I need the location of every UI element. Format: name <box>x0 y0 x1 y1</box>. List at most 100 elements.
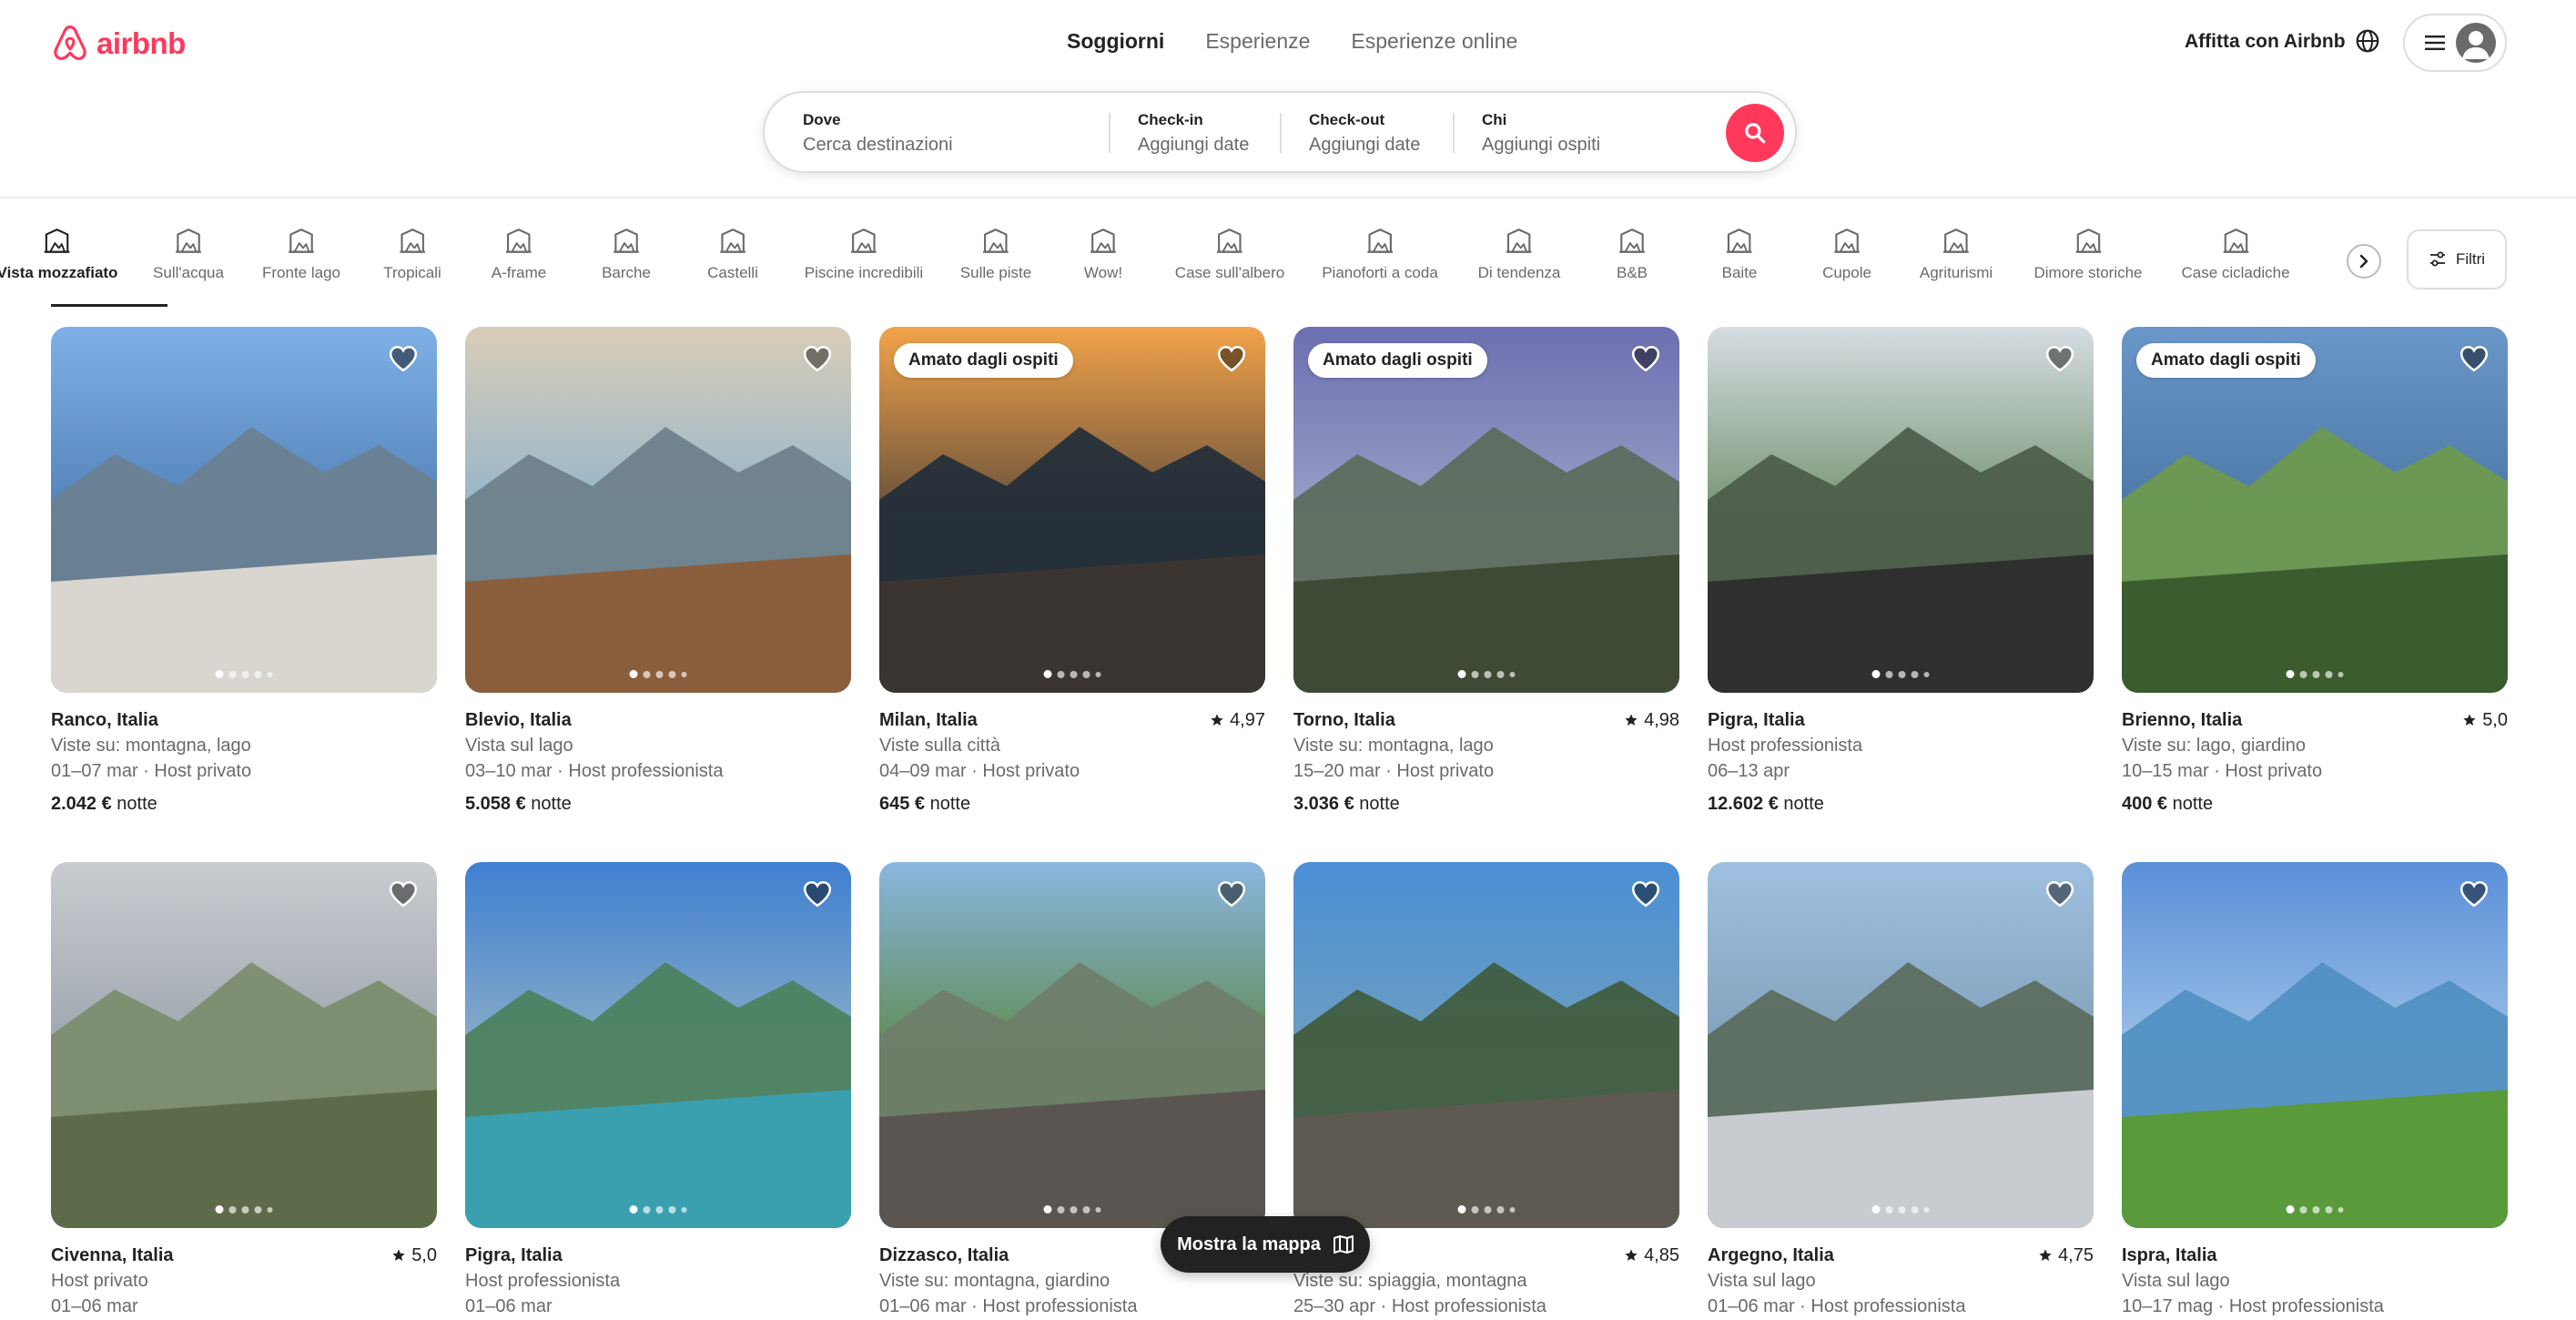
category-next-button[interactable] <box>2347 244 2381 279</box>
grand-piano-icon <box>1367 228 1393 253</box>
listing-card[interactable]: Amato dagli ospiti Torno, Italia 4,98 Viste… <box>1293 327 1679 817</box>
listing-photo-image <box>1293 862 1679 1228</box>
heart-icon[interactable] <box>1216 878 1247 909</box>
rating-value: 4,97 <box>1230 710 1265 730</box>
heart-icon[interactable] <box>2459 343 2490 374</box>
category-label: Pianoforti a coda <box>1322 264 1438 281</box>
listing-photo[interactable] <box>2122 862 2508 1228</box>
heart-icon[interactable] <box>1630 343 1661 374</box>
filters-label: Filtri <box>2455 250 2486 268</box>
search-where-label: Dove <box>803 111 841 128</box>
heart-icon[interactable] <box>802 343 833 374</box>
photo-pagination-dots[interactable] <box>2286 1205 2344 1213</box>
listing-photo[interactable]: Amato dagli ospiti <box>1293 327 1679 693</box>
category-6[interactable]: Castelli <box>707 226 758 282</box>
listing-photo[interactable] <box>1293 862 1679 1228</box>
search-where-field[interactable]: Dove Cerca destinazioni <box>803 93 1103 171</box>
listing-photo[interactable] <box>465 327 851 693</box>
listing-card[interactable]: Pigra, Italia Host professionista 06–13 ap… <box>1708 327 2094 817</box>
listing-photo[interactable] <box>51 862 437 1228</box>
listing-photo[interactable] <box>1708 862 2094 1228</box>
category-label: Barche <box>602 264 651 281</box>
heart-icon[interactable] <box>388 343 419 374</box>
heart-icon[interactable] <box>802 878 833 909</box>
photo-pagination-dots[interactable] <box>215 1205 273 1213</box>
listing-photo[interactable] <box>879 862 1265 1228</box>
photo-pagination-dots[interactable] <box>215 670 273 678</box>
star-icon <box>2039 1249 2052 1261</box>
show-map-button[interactable]: Mostra la mappa <box>1161 1216 1370 1273</box>
listing-card[interactable]: Civenna, Italia 5,0 Host privato 01–06 mar <box>51 862 437 1319</box>
category-5[interactable]: Barche <box>602 226 651 282</box>
listing-photo[interactable]: Amato dagli ospiti <box>879 327 1265 693</box>
category-0[interactable]: Vista mozzafiato <box>0 226 117 282</box>
listing-subtitle: Vista sul lago <box>1708 1271 1816 1291</box>
category-16[interactable]: Agriturismi <box>1920 226 1993 282</box>
category-9[interactable]: Wow! <box>1084 226 1122 282</box>
listing-card[interactable]: Ranco, Italia Viste su: montagna, lago 01–… <box>51 327 437 817</box>
category-14[interactable]: Baite <box>1722 226 1757 282</box>
category-13[interactable]: B&B <box>1617 226 1648 282</box>
search-who-field[interactable]: Chi Aggiungi ospiti <box>1482 93 1700 171</box>
search-checkin-field[interactable]: Check-in Aggiungi date <box>1138 93 1293 171</box>
guest-favorite-badge: Amato dagli ospiti <box>894 343 1073 378</box>
tab-soggiorni[interactable]: Soggiorni <box>1067 29 1164 54</box>
photo-pagination-dots[interactable] <box>1043 670 1101 678</box>
heart-icon[interactable] <box>1216 343 1247 374</box>
heart-icon[interactable] <box>1630 878 1661 909</box>
photo-pagination-dots[interactable] <box>1043 1205 1101 1213</box>
listing-card[interactable]: Pigra, Italia Host professionista 01–06 ma… <box>465 862 851 1319</box>
category-3[interactable]: Tropicali <box>383 226 441 282</box>
listing-price: 645 € notte <box>879 791 1265 817</box>
filters-button[interactable]: Filtri <box>2407 229 2507 289</box>
category-2[interactable]: Fronte lago <box>262 226 340 282</box>
listing-card[interactable]: Argegno, Italia 4,75 Vista sul lago 01–06 m… <box>1708 862 2094 1319</box>
listing-photo[interactable] <box>1708 327 2094 693</box>
listing-card[interactable]: Amato dagli ospiti Milan, Italia 4,97 Viste… <box>879 327 1265 817</box>
user-menu-button[interactable] <box>2403 14 2507 72</box>
listing-photo[interactable] <box>51 327 437 693</box>
category-1[interactable]: Sull'acqua <box>153 226 224 282</box>
listing-photo[interactable]: Amato dagli ospiti <box>2122 327 2508 693</box>
guest-favorite-badge: Amato dagli ospiti <box>2136 343 2316 378</box>
category-18[interactable]: Case cicladiche <box>2181 226 2290 282</box>
listing-info: Ispra, Italia Vista sul lago 10–17 mag · H… <box>2122 1228 2508 1319</box>
photo-pagination-dots[interactable] <box>1871 670 1930 678</box>
category-7[interactable]: Piscine incredibili <box>805 226 923 282</box>
tab-esperienze-online[interactable]: Esperienze online <box>1351 29 1517 54</box>
category-4[interactable]: A-frame <box>492 226 546 282</box>
heart-icon[interactable] <box>2459 878 2490 909</box>
globe-icon[interactable] <box>2354 27 2381 55</box>
tab-esperienze[interactable]: Esperienze <box>1205 29 1310 54</box>
search-checkout-field[interactable]: Check-out Aggiungi date <box>1309 93 1464 171</box>
listing-card[interactable]: Amato dagli ospiti Brienno, Italia 5,0 Vist… <box>2122 327 2508 817</box>
price-unit: notte <box>1359 794 1400 814</box>
category-12[interactable]: Di tendenza <box>1478 226 1560 282</box>
listing-card[interactable]: Ispra, Italia Vista sul lago 10–17 mag · H… <box>2122 862 2508 1319</box>
photo-pagination-dots[interactable] <box>1457 1205 1516 1213</box>
heart-icon[interactable] <box>2044 343 2075 374</box>
category-8[interactable]: Sulle piste <box>960 226 1031 282</box>
listing-subtitle: Vista sul lago <box>2122 1271 2230 1291</box>
listing-location: Ranco, Italia <box>51 710 158 730</box>
listing-photo[interactable] <box>465 862 851 1228</box>
photo-pagination-dots[interactable] <box>629 1205 687 1213</box>
listing-card[interactable]: Blevio, Italia Vista sul lago 03–10 mar · … <box>465 327 851 817</box>
category-15[interactable]: Cupole <box>1822 226 1871 282</box>
airbnb-logo[interactable]: airbnb <box>51 24 186 64</box>
cycladic-home-icon <box>2223 228 2248 253</box>
photo-pagination-dots[interactable] <box>2286 670 2344 678</box>
photo-pagination-dots[interactable] <box>629 670 687 678</box>
price-unit: notte <box>2172 794 2214 814</box>
photo-pagination-dots[interactable] <box>1457 670 1516 678</box>
listing-price: 400 € notte <box>2122 791 2508 817</box>
category-17[interactable]: Dimore storiche <box>2033 226 2143 282</box>
photo-pagination-dots[interactable] <box>1871 1205 1930 1213</box>
category-11[interactable]: Pianoforti a coda <box>1322 226 1438 282</box>
heart-icon[interactable] <box>388 878 419 909</box>
heart-icon[interactable] <box>2044 878 2075 909</box>
castle-icon <box>720 228 745 253</box>
host-link[interactable]: Affitta con Airbnb <box>2185 31 2346 53</box>
category-10[interactable]: Case sull'albero <box>1175 226 1284 282</box>
search-button[interactable] <box>1726 104 1784 162</box>
